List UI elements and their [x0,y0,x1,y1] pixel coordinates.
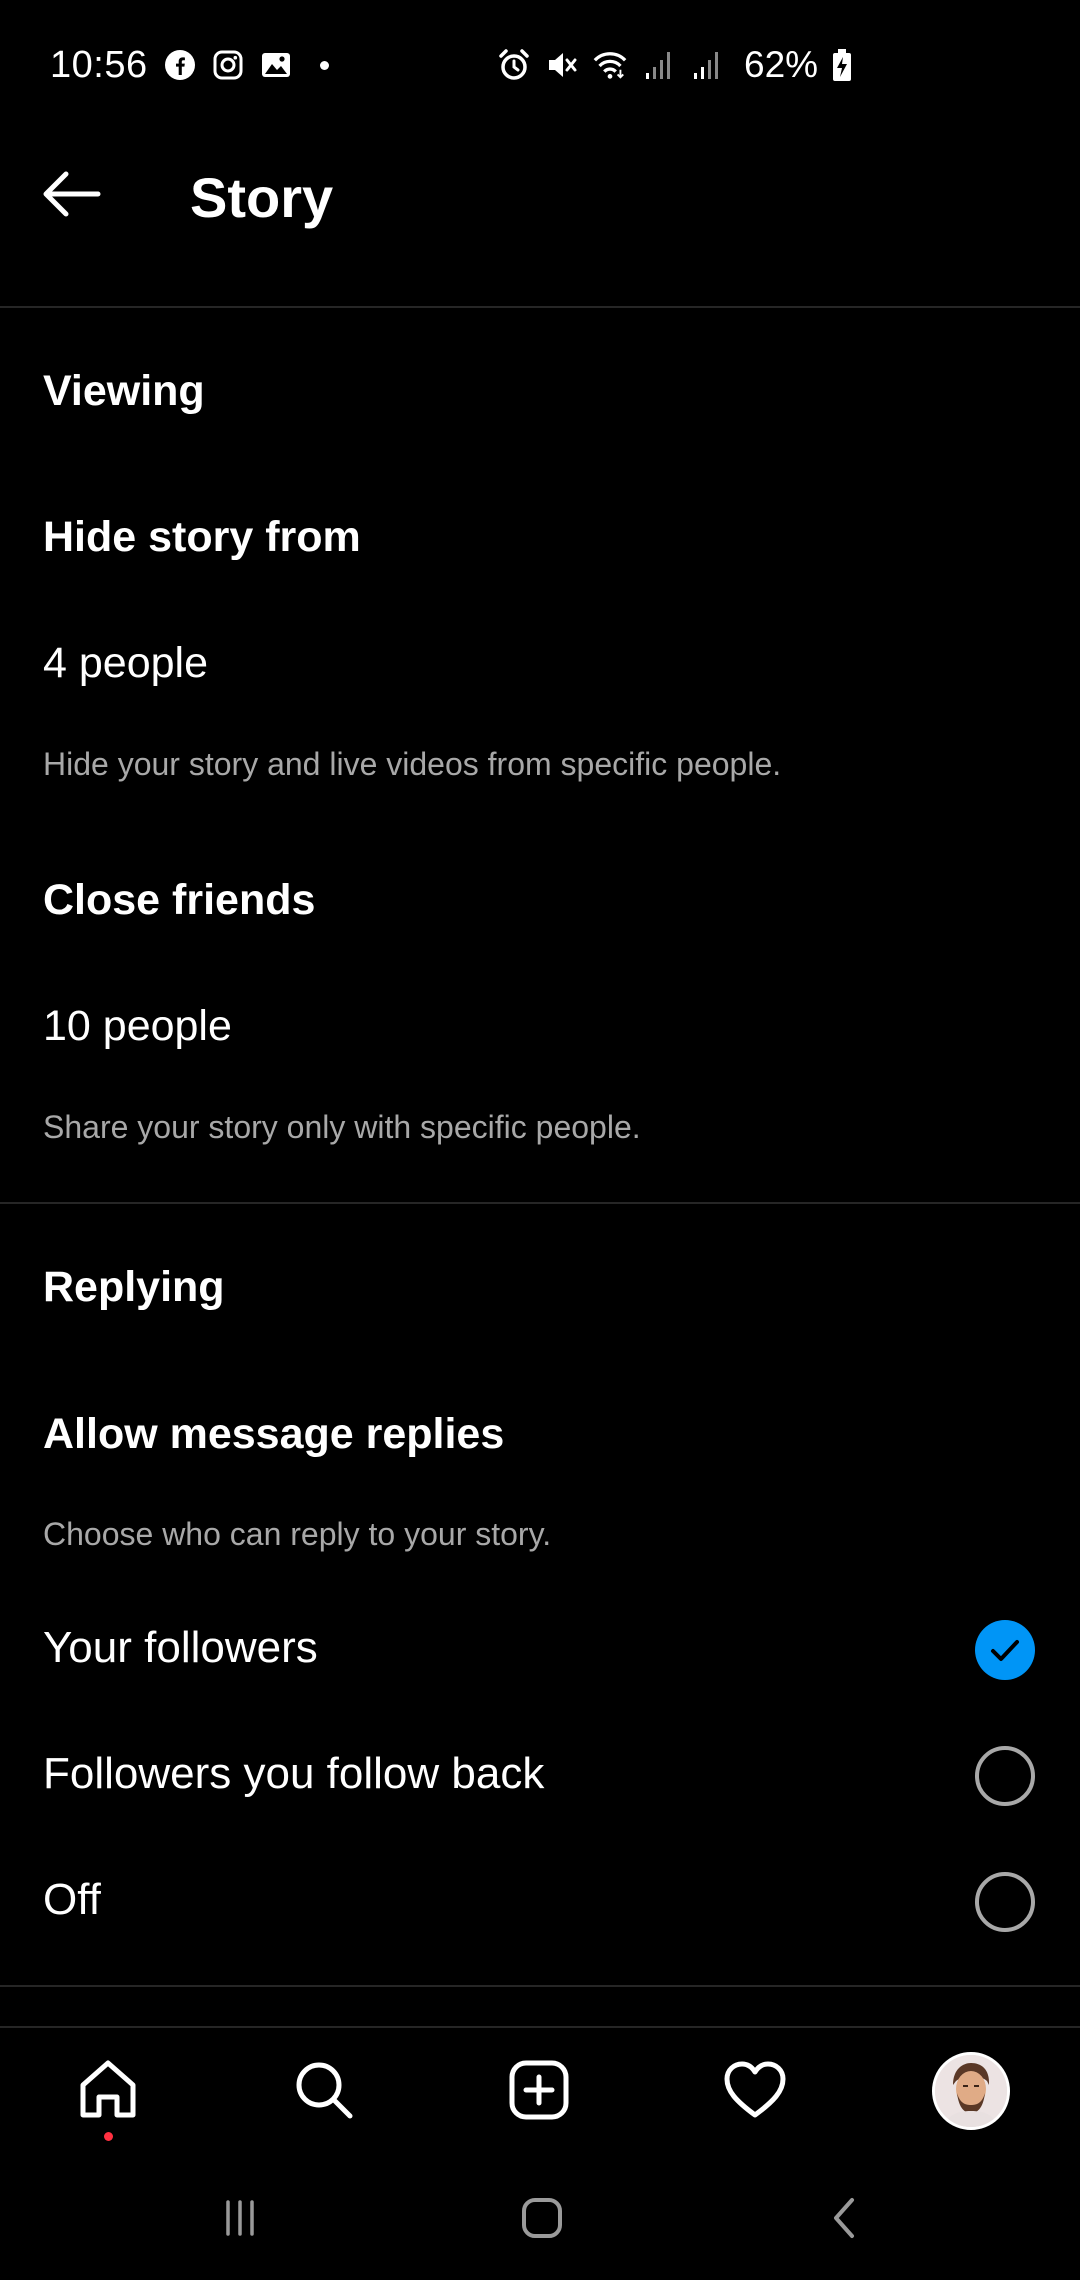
allow-replies-description: Choose who can reply to your story. [43,1516,552,1552]
allow-replies-label: Allow message replies [43,1410,505,1458]
status-bar: 10:56 62% [0,0,1080,130]
signal-icon [688,47,724,83]
nav-activity[interactable] [715,2050,795,2130]
home-notification-dot [104,2132,113,2141]
radio-selected[interactable] [975,1620,1035,1680]
option-followers-you-follow-back[interactable]: Followers you follow back [0,1722,1080,1832]
section-divider [0,1985,1080,1987]
hide-story-label[interactable]: Hide story from [43,512,361,564]
back-chevron-icon [834,2198,854,2238]
activity-heart-icon [724,2061,786,2118]
instagram-icon [210,47,246,83]
option-off[interactable]: Off [0,1848,1080,1958]
recents-icon [226,2200,254,2236]
battery-percentage: 62% [744,44,819,85]
profile-avatar[interactable] [932,2052,1010,2130]
system-back-button[interactable] [806,2186,886,2250]
header: Story [0,130,1080,308]
hide-story-description: Hide your story and live videos from spe… [43,746,782,782]
back-button[interactable] [36,158,108,230]
gallery-icon [258,47,294,83]
radio-unselected[interactable] [975,1872,1035,1932]
search-icon [296,2062,353,2119]
option-your-followers[interactable]: Your followers [0,1596,1080,1706]
radio-unselected[interactable] [975,1746,1035,1806]
arrow-left-icon [43,171,101,217]
facebook-icon [162,47,198,83]
status-right: 62% [496,40,872,90]
viewing-heading: Viewing [43,367,205,415]
option-label: Off [43,1875,101,1924]
nav-home[interactable] [68,2050,148,2130]
create-icon [509,2060,569,2120]
close-friends-description: Share your story only with specific peop… [43,1109,641,1145]
system-nav [0,2156,1080,2280]
recents-button[interactable] [200,2186,280,2250]
close-friends-value[interactable]: 10 people [43,1001,232,1053]
replying-heading: Replying [43,1263,225,1311]
home-square-icon [522,2198,562,2238]
wifi-icon [592,47,628,83]
checkmark-icon [991,1640,1019,1661]
close-friends-label[interactable]: Close friends [43,875,315,927]
alarm-icon [496,47,532,83]
section-divider [0,1202,1080,1204]
signal-icon [640,47,676,83]
notification-dot [319,60,329,70]
option-label: Your followers [43,1623,318,1672]
status-time: 10:56 [50,43,148,86]
nav-create[interactable] [499,2050,579,2130]
home-icon [80,2060,136,2118]
page-title: Story [190,166,334,229]
bottom-nav [0,2026,1080,2156]
nav-search[interactable] [284,2050,364,2130]
avatar-image [935,2055,1007,2127]
system-home-button[interactable] [502,2186,582,2250]
option-label: Followers you follow back [43,1749,545,1798]
status-left: 10:56 [50,40,329,90]
mute-icon [544,47,580,83]
battery-charging-icon [824,47,860,83]
hide-story-value[interactable]: 4 people [43,638,208,690]
